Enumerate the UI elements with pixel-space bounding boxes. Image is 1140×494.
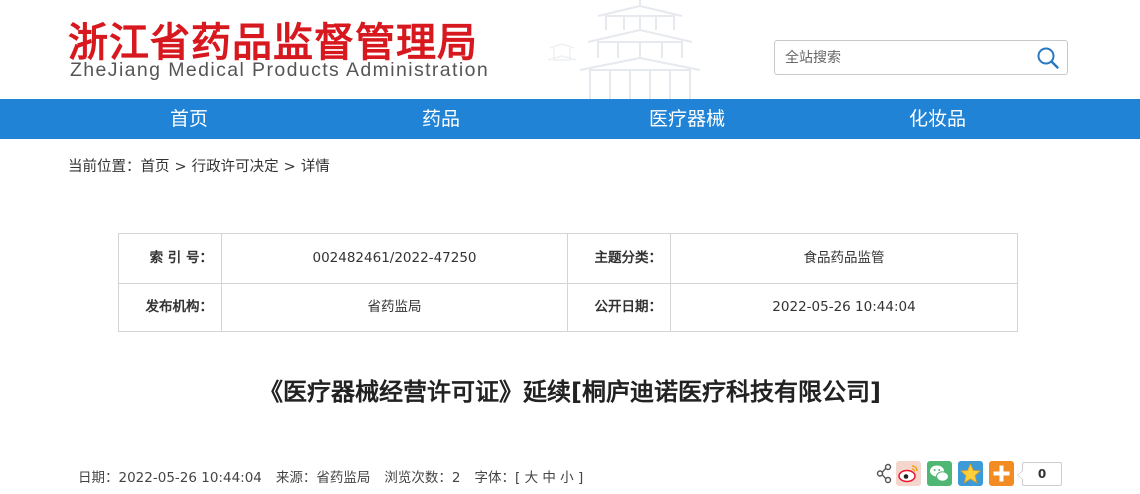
info-date-label: 日期： [78,470,119,486]
nav-item-medical-devices[interactable]: 医疗器械 [649,99,725,139]
search-input[interactable] [785,48,1025,68]
meta-date-value: 2022-05-26 10:44:04 [772,299,916,315]
site-header: 浙江省药品监督管理局 ZheJiang Medical Products Adm… [0,0,1140,99]
breadcrumb-item-detail: 详情 [300,159,330,175]
info-views-label: 浏览次数： [384,470,452,486]
font-size-large-button[interactable]: 大 [525,470,539,486]
breadcrumb: 当前位置：首页 > 行政许可决定 > 详情 [68,155,330,176]
nav-item-cosmetics[interactable]: 化妆品 [909,99,966,139]
article-info-bar: 日期：2022-05-26 10:44:04 来源：省药监局 浏览次数：2 字体：[ … [78,466,583,486]
info-source-value: 省药监局 [316,470,371,486]
font-size-close-bracket: ] [577,470,584,486]
meta-publisher-label: 发布机构： [145,299,214,315]
nav-item-drugs[interactable]: 药品 [422,99,460,139]
breadcrumb-item-admin-license[interactable]: 行政许可决定 [192,155,279,176]
main-nav: 首页 药品 医疗器械 化妆品 [0,99,1140,139]
font-size-small-button[interactable]: 小 [560,470,574,486]
breadcrumb-separator: > [283,159,296,175]
breadcrumb-item-home[interactable]: 首页 [141,155,170,176]
nav-item-home[interactable]: 首页 [170,99,208,139]
font-size-medium-button[interactable]: 中 [542,470,556,486]
font-size-label: 字体：[ [474,470,521,486]
qzone-icon[interactable] [958,461,983,486]
meta-date-label: 公开日期： [594,299,663,315]
breadcrumb-prefix: 当前位置： [68,159,141,175]
metadata-table: 索 引 号： 002482461/2022-47250 主题分类： 食品药品监管… [118,233,1018,332]
info-date-value: 2022-05-26 10:44:04 [118,470,262,486]
site-subtitle: ZheJiang Medical Products Administration [70,59,490,81]
weibo-icon[interactable] [896,461,921,486]
wechat-icon[interactable] [927,461,952,486]
meta-index-value: 002482461/2022-47250 [312,250,477,266]
info-source-label: 来源： [275,470,317,486]
share-count-badge: 0 [1017,462,1062,486]
share-icon[interactable] [876,461,892,486]
meta-publisher-value: 省药监局 [367,299,422,315]
search-icon[interactable] [1035,45,1061,71]
meta-category-value: 食品药品监管 [803,250,885,266]
meta-index-label: 索 引 号： [149,250,213,266]
meta-category-label: 主题分类： [594,250,663,266]
more-icon[interactable] [989,461,1014,486]
breadcrumb-separator: > [174,159,187,175]
search-box [774,40,1068,75]
info-views-value: 2 [451,470,461,486]
pagoda-illustration [547,0,701,99]
article-title: 《医疗器械经营许可证》延续[桐庐迪诺医疗科技有限公司] [259,378,881,406]
